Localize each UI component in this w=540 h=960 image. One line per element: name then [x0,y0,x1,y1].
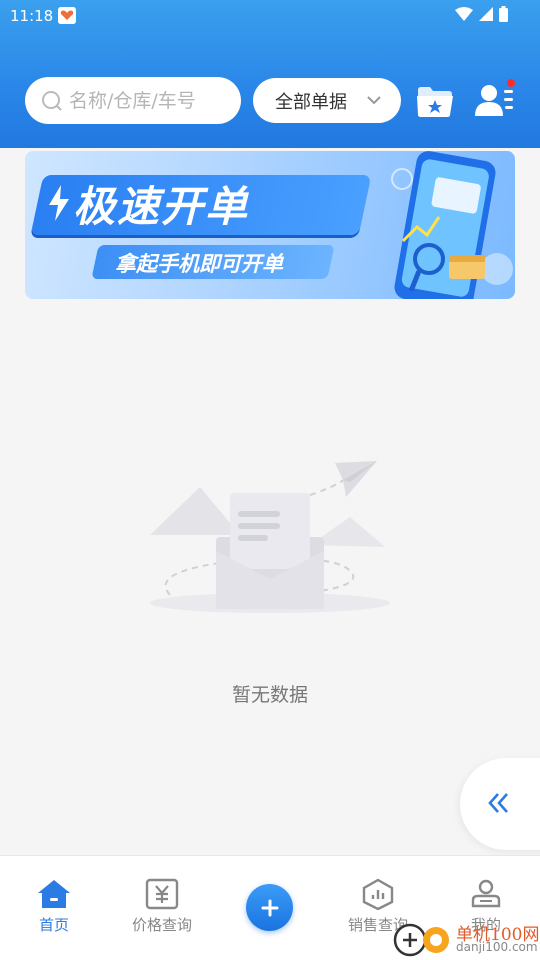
wifi-icon [455,7,473,21]
banner-subtitle: 拿起手机即可开单 [115,252,283,276]
chart-icon [362,878,394,910]
home-icon [38,880,70,908]
nav-add-button[interactable] [246,884,293,931]
battery-icon [499,6,508,22]
plus-icon [261,899,278,916]
filter-selected-label: 全部单据 [275,91,347,113]
search-input[interactable] [69,89,229,112]
nav-label-price-query: 价格查询 [131,916,192,934]
profile-icon [471,879,501,908]
search-box[interactable] [25,77,241,124]
nav-item-home[interactable]: 首页 [9,878,99,935]
watermark-url: danji100.com [456,940,538,954]
signal-icon [479,7,493,21]
star-folder-icon [417,87,453,117]
status-indicators [455,6,508,22]
search-icon [42,90,62,111]
empty-mailbox-illustration [150,461,390,613]
nav-label-home: 首页 [38,916,69,934]
banner-title: 极速开单 [73,182,250,231]
phone-illustration [391,151,513,299]
promo-banner[interactable]: 极速开单 拿起手机即可开单 [25,151,515,299]
yuan-icon [145,878,179,910]
side-expand-tab[interactable] [460,758,540,850]
contacts-button[interactable] [474,79,516,120]
chevron-down-icon [367,96,381,105]
favorites-folder-button[interactable] [415,82,455,120]
empty-state-message: 暂无数据 [231,684,308,706]
notification-badge [507,79,515,87]
app-header: 11:18 全部单据 [0,0,540,148]
nav-item-price-query[interactable]: 价格查询 [117,878,207,935]
lightning-icon [49,185,69,221]
watermark-logo-icon [393,923,449,957]
document-filter-select[interactable]: 全部单据 [253,78,401,123]
notification-app-icon [58,7,76,24]
status-bar: 11:18 [0,0,540,32]
double-chevron-left-icon [488,793,508,813]
site-watermark: 单机100网 danji100.com [390,918,540,960]
status-time: 11:18 [10,7,54,25]
